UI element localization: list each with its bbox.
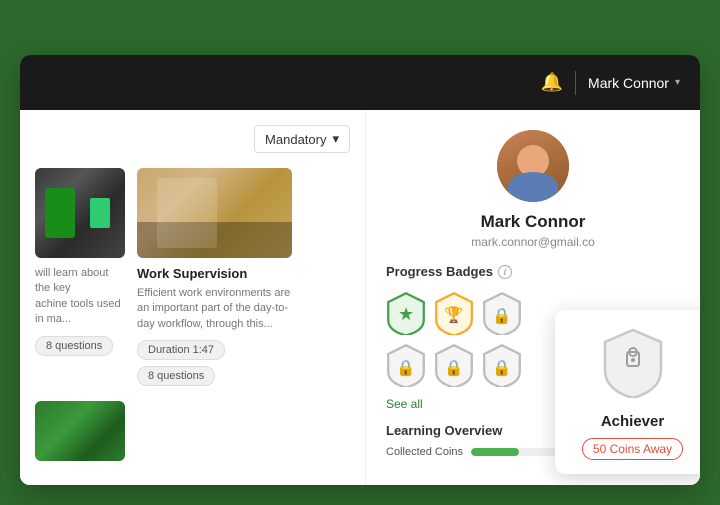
questions-badge-partial: 8 questions [35,336,113,356]
navbar: 🔔 Mark Connor ▾ [20,55,700,110]
course-desc: Efficient work environments are an impor… [137,286,292,332]
course-image-workshop [137,168,292,258]
industrial-image [35,168,125,258]
svg-text:🔒: 🔒 [396,359,415,377]
badge-lock-3: 🔒 [482,291,522,335]
svg-text:🏆: 🏆 [444,305,463,324]
badge-lock-4: 🔒 [386,343,426,387]
nav-divider [575,71,576,95]
username-label: Mark Connor [588,75,669,91]
svg-text:🔒: 🔒 [492,359,511,377]
green-image [35,401,125,461]
bottom-card-image [35,401,125,461]
badge-lock-6: 🔒 [482,343,522,387]
user-menu[interactable]: Mark Connor ▾ [588,75,680,91]
course-cards-row: will learn about the keyachine tools use… [35,168,350,386]
left-panel: Mandatory ▾ will learn about the keyachi… [20,110,365,485]
profile-email: mark.connor@gmail.co [471,235,595,249]
course-card-work-supervision[interactable]: Work Supervision Efficient work environm… [137,168,292,386]
badge-green-star: ★ [386,291,426,335]
chevron-down-icon: ▾ [675,77,680,88]
achiever-title: Achiever [601,413,664,430]
achiever-shield-icon [601,326,665,403]
right-panel: Mark Connor mark.connor@gmail.co Progres… [365,110,700,485]
badge-lock-5: 🔒 [434,343,474,387]
achiever-popup: Achiever 50 Coins Away [555,310,700,474]
bell-icon[interactable]: 🔔 [541,72,563,93]
bottom-cards [35,401,350,461]
badge-gold-trophy: 🏆 [434,291,474,335]
partial-card-meta: 8 questions [35,336,125,356]
course-title: Work Supervision [137,266,292,281]
content-area: Mandatory ▾ will learn about the keyachi… [20,110,700,485]
progress-fill [471,448,519,456]
course-meta: Duration 1:47 8 questions [137,340,292,386]
avatar [497,130,569,202]
info-icon: i [498,265,512,279]
course-card-partial: will learn about the keyachine tools use… [35,168,125,386]
duration-badge: Duration 1:47 [137,340,225,360]
svg-text:🔒: 🔒 [492,307,511,325]
collected-coins-label: Collected Coins [386,446,463,458]
partial-card-desc: will learn about the keyachine tools use… [35,266,125,328]
filter-row: Mandatory ▾ [35,125,350,153]
coins-away-badge: 50 Coins Away [582,438,683,460]
avatar-face [497,130,569,202]
questions-badge: 8 questions [137,366,215,386]
mandatory-filter[interactable]: Mandatory ▾ [254,125,350,153]
profile-section: Mark Connor mark.connor@gmail.co [386,130,680,249]
filter-chevron-icon: ▾ [332,131,339,147]
profile-name: Mark Connor [481,212,586,232]
badges-section-title: Progress Badges i [386,264,680,279]
filter-label: Mandatory [265,132,326,147]
course-image-partial [35,168,125,258]
svg-text:★: ★ [398,304,414,324]
svg-text:🔒: 🔒 [444,359,463,377]
workshop-image [137,168,292,258]
